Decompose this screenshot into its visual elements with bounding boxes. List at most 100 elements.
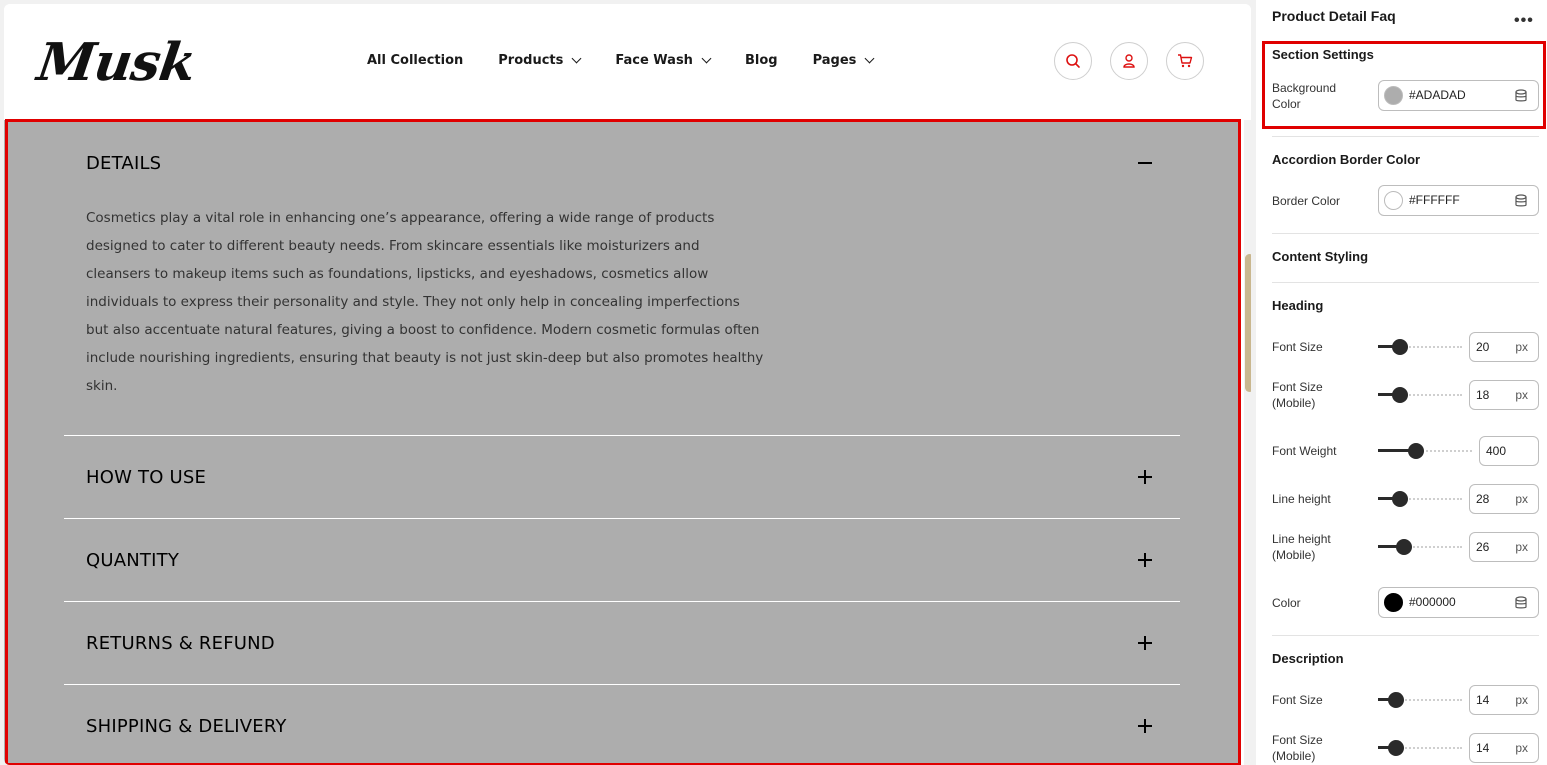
unit-label: px [1515, 741, 1528, 755]
font-weight-slider[interactable] [1378, 443, 1472, 459]
color-label: Color [1272, 596, 1301, 610]
header-actions [1054, 42, 1222, 80]
plus-icon[interactable] [1138, 636, 1152, 650]
main-nav: All Collection Products Face Wash Blog P… [367, 53, 908, 68]
plus-icon[interactable] [1138, 470, 1152, 484]
unit-label: px [1515, 540, 1528, 554]
font-size-slider[interactable] [1378, 339, 1462, 355]
border-color-field[interactable]: #FFFFFF [1378, 185, 1539, 216]
input-value: 14 [1476, 693, 1490, 707]
nav-label: All Collection [367, 53, 464, 68]
slider-handle[interactable] [1388, 692, 1404, 708]
cart-icon [1178, 54, 1193, 68]
divider [1272, 136, 1539, 137]
section-settings-heading: Section Settings [1272, 47, 1374, 62]
color-swatch [1384, 86, 1403, 105]
chevron-down-icon [864, 53, 875, 64]
nav-item-pages[interactable]: Pages [812, 53, 875, 68]
accordion-heading[interactable]: RETURNS & REFUND [86, 633, 275, 654]
font-size-input[interactable]: 20 px [1469, 332, 1539, 362]
site-header: Musk All Collection Products Face Wash B… [4, 4, 1251, 120]
font-size-mobile-input[interactable]: 18 px [1469, 380, 1539, 410]
brand-logo[interactable]: Musk [34, 32, 199, 93]
line-height-input[interactable]: 28 px [1469, 484, 1539, 514]
divider [1272, 635, 1539, 636]
font-weight-input[interactable]: 400 [1479, 436, 1539, 466]
more-options-icon[interactable]: ••• [1514, 12, 1534, 30]
slider-handle[interactable] [1396, 539, 1412, 555]
scrollbar-thumb[interactable] [1245, 254, 1251, 392]
input-value: 26 [1476, 540, 1490, 554]
cart-button[interactable] [1166, 42, 1204, 80]
line-height-mobile-label: Line height (Mobile) [1272, 532, 1331, 562]
color-value: #ADADAD [1409, 88, 1466, 102]
line-height-label: Line height [1272, 492, 1331, 506]
description-font-size-mobile-slider[interactable] [1378, 740, 1462, 756]
scrollbar-track[interactable] [1244, 120, 1251, 765]
unit-label: px [1515, 693, 1528, 707]
description-group-heading: Description [1272, 651, 1344, 666]
search-icon [1066, 54, 1080, 68]
input-value: 28 [1476, 492, 1490, 506]
editor-canvas: Musk All Collection Products Face Wash B… [0, 0, 1547, 765]
nav-label: Pages [812, 53, 857, 68]
font-size-mobile-slider[interactable] [1378, 387, 1462, 403]
color-swatch [1384, 191, 1403, 210]
input-value: 400 [1486, 444, 1507, 458]
accordion-heading[interactable]: HOW TO USE [86, 467, 206, 488]
nav-item-blog[interactable]: Blog [745, 53, 778, 68]
description-font-size-mobile-input[interactable]: 14 px [1469, 733, 1539, 763]
content-styling-heading: Content Styling [1272, 249, 1369, 264]
plus-icon[interactable] [1138, 719, 1152, 733]
description-font-size-slider[interactable] [1378, 692, 1462, 708]
nav-item-all-collection[interactable]: All Collection [367, 53, 463, 68]
nav-label: Products [498, 53, 564, 68]
accordion-item-details: DETAILS Cosmetics play a vital role in e… [64, 120, 1180, 436]
accordion-heading[interactable]: DETAILS [86, 153, 161, 174]
line-height-slider[interactable] [1378, 491, 1462, 507]
background-color-field[interactable]: #ADADAD [1378, 80, 1539, 111]
accordion-item-shipping-delivery: SHIPPING & DELIVERY [64, 685, 1180, 765]
input-value: 20 [1476, 340, 1490, 354]
minus-icon[interactable] [1138, 156, 1152, 170]
accordion-heading[interactable]: SHIPPING & DELIVERY [86, 716, 287, 737]
line-height-mobile-input[interactable]: 26 px [1469, 532, 1539, 562]
plus-icon[interactable] [1138, 553, 1152, 567]
heading-color-field[interactable]: #000000 [1378, 587, 1539, 618]
panel-title: Product Detail Faq [1272, 8, 1396, 24]
font-size-label: Font Size [1272, 693, 1323, 707]
divider [1272, 282, 1539, 283]
chevron-down-icon [571, 53, 582, 64]
nav-label: Blog [744, 53, 778, 68]
account-button[interactable] [1110, 42, 1148, 80]
line-height-mobile-slider[interactable] [1378, 539, 1462, 555]
faq-section[interactable]: DETAILS Cosmetics play a vital role in e… [4, 120, 1241, 765]
accordion-item-quantity: QUANTITY [64, 519, 1180, 602]
slider-handle[interactable] [1392, 339, 1408, 355]
slider-handle[interactable] [1392, 387, 1408, 403]
database-icon[interactable] [1514, 194, 1528, 208]
settings-panel: Product Detail Faq ••• Section Settings … [1256, 0, 1547, 765]
slider-handle[interactable] [1392, 491, 1408, 507]
search-button[interactable] [1054, 42, 1092, 80]
accordion-border-heading: Accordion Border Color [1272, 152, 1421, 167]
accordion-description: Cosmetics play a vital role in enhancing… [86, 210, 764, 394]
divider [1272, 233, 1539, 234]
database-icon[interactable] [1514, 596, 1528, 610]
font-size-label: Font Size [1272, 340, 1323, 354]
accordion-item-how-to-use: HOW TO USE [64, 436, 1180, 519]
background-color-label: Background Color [1272, 81, 1337, 111]
slider-handle[interactable] [1388, 740, 1404, 756]
page-preview: Musk All Collection Products Face Wash B… [4, 4, 1251, 765]
accordion-item-returns-refund: RETURNS & REFUND [64, 602, 1180, 685]
nav-item-face-wash[interactable]: Face Wash [615, 53, 712, 68]
nav-item-products[interactable]: Products [498, 53, 582, 68]
description-font-size-input[interactable]: 14 px [1469, 685, 1539, 715]
font-weight-label: Font Weight [1272, 444, 1337, 458]
slider-handle[interactable] [1408, 443, 1424, 459]
database-icon[interactable] [1514, 89, 1528, 103]
accordion-heading[interactable]: QUANTITY [86, 550, 179, 571]
unit-label: px [1515, 340, 1528, 354]
heading-group-heading: Heading [1272, 298, 1324, 313]
border-color-label: Border Color [1272, 194, 1341, 208]
